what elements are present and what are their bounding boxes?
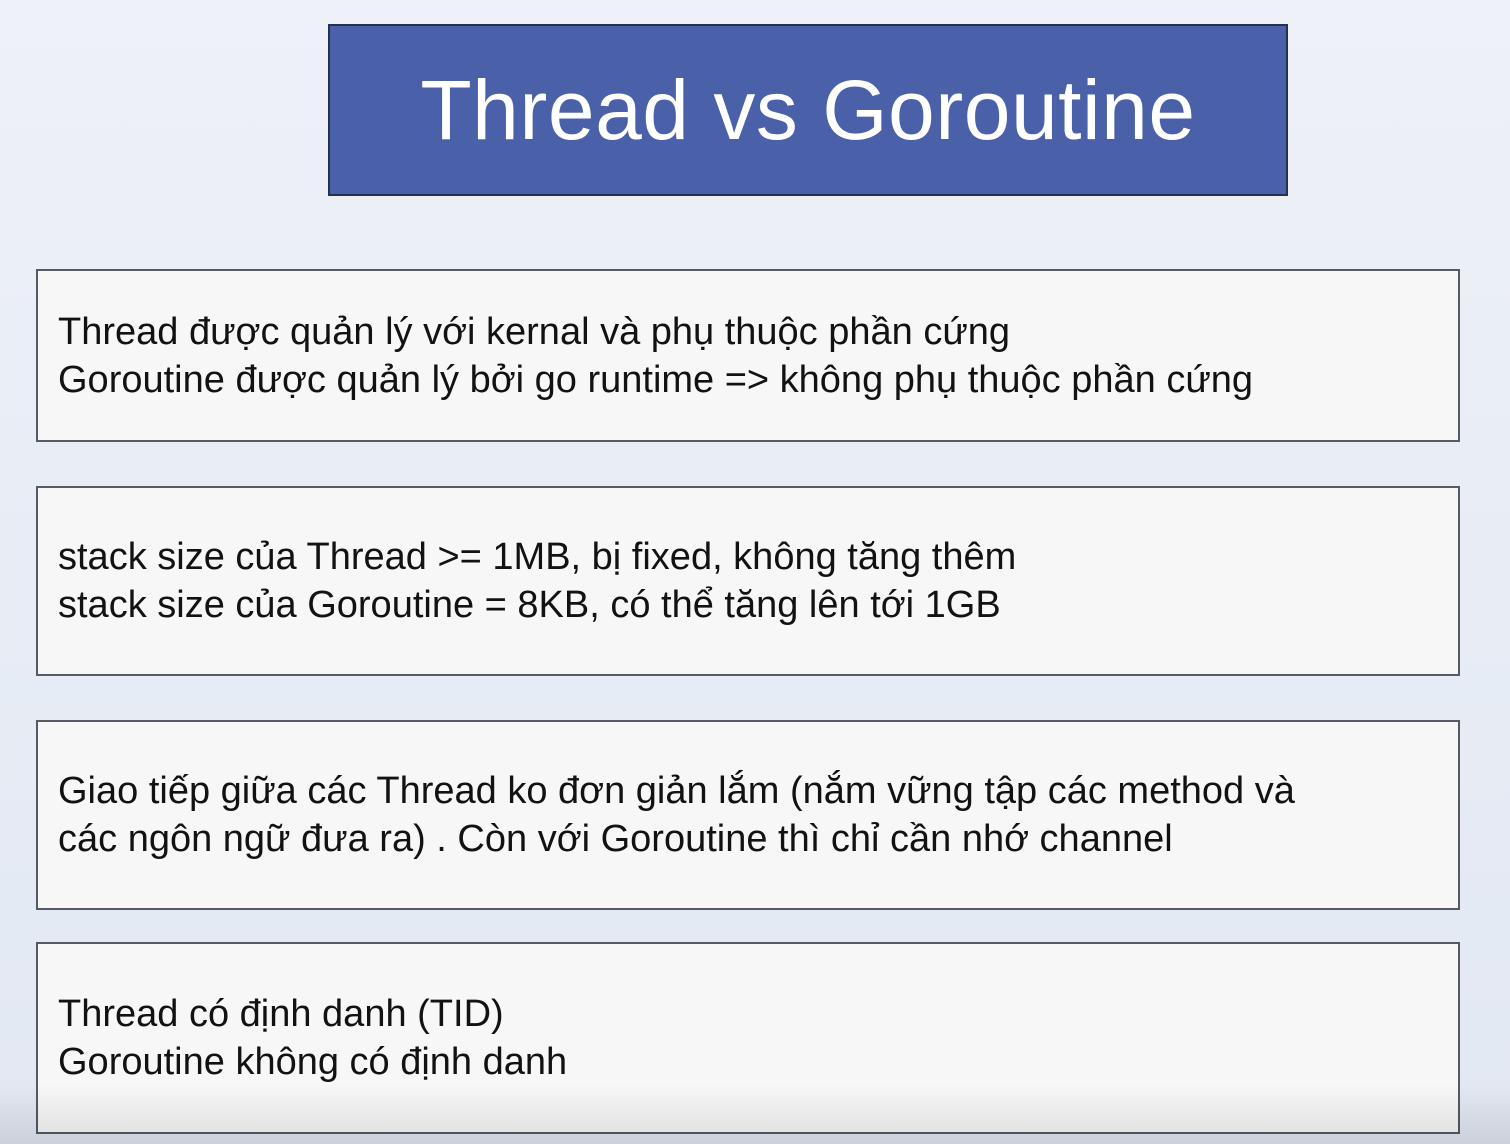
card-line: Goroutine được quản lý bởi go runtime =>… bbox=[58, 358, 1254, 401]
card-line: các ngôn ngữ đưa ra) . Còn với Goroutine… bbox=[58, 818, 1173, 860]
comparison-card-communication: Giao tiếp giữa các Thread ko đơn giản lắ… bbox=[36, 720, 1460, 910]
comparison-card-identity: Thread có định danh (TID) Goroutine khôn… bbox=[36, 942, 1460, 1134]
card-line: Goroutine không có định danh bbox=[58, 1041, 568, 1083]
card-line: Thread có định danh (TID) bbox=[58, 993, 504, 1035]
card-line: Thread được quản lý với kernal và phụ th… bbox=[58, 310, 1011, 353]
comparison-card-management: Thread được quản lý với kernal và phụ th… bbox=[36, 269, 1460, 442]
slide-title: Thread vs Goroutine bbox=[420, 63, 1196, 157]
card-line: stack size của Goroutine = 8KB, có thể t… bbox=[58, 584, 1001, 626]
slide-title-box: Thread vs Goroutine bbox=[328, 24, 1288, 196]
card-line: Giao tiếp giữa các Thread ko đơn giản lắ… bbox=[58, 770, 1295, 812]
comparison-card-stack-size: stack size của Thread >= 1MB, bị fixed, … bbox=[36, 486, 1460, 676]
card-line: stack size của Thread >= 1MB, bị fixed, … bbox=[58, 536, 1017, 578]
